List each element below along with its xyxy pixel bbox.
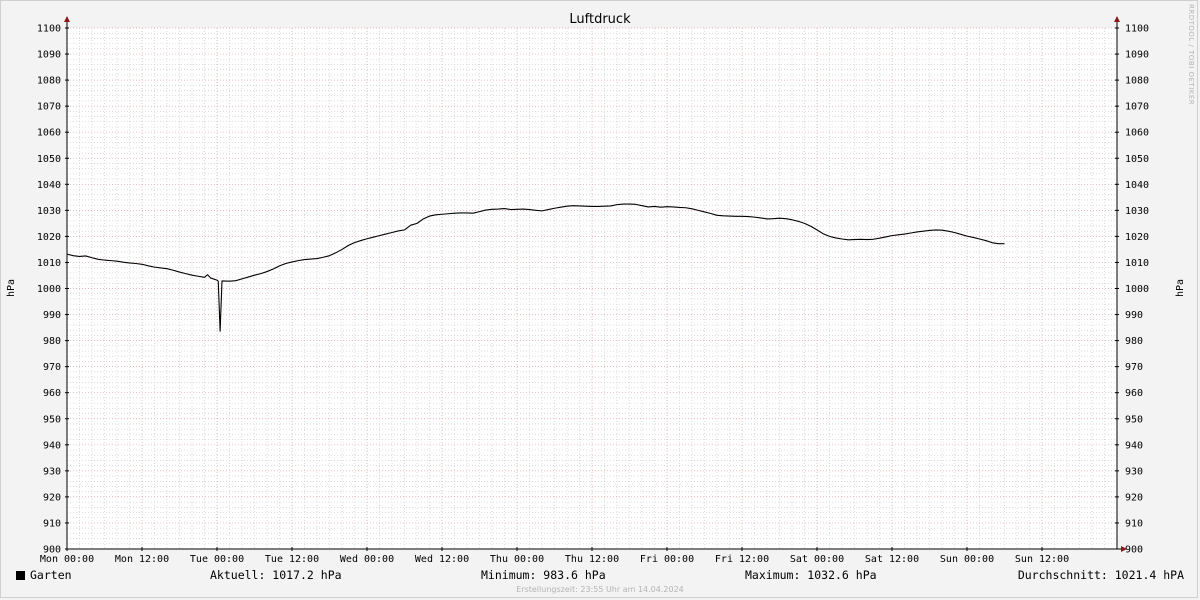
x-tick-label: Sat 12:00 <box>865 554 919 565</box>
x-tick-label: Wed 00:00 <box>340 554 394 565</box>
y-tick-label-left: 1100 <box>37 24 61 35</box>
x-tick-label: Thu 12:00 <box>565 554 619 565</box>
x-tick-label: Sat 00:00 <box>790 554 844 565</box>
x-tick-label: Fri 00:00 <box>640 554 694 565</box>
y-tick-label-right: 1100 <box>1125 24 1149 35</box>
y-tick-label-left: 1040 <box>37 180 61 191</box>
y-tick-label-right: 970 <box>1125 362 1143 373</box>
x-tick-label: Fri 12:00 <box>715 554 769 565</box>
y-tick-label-right: 920 <box>1125 492 1143 503</box>
y-tick-label-left: 910 <box>43 518 61 529</box>
y-tick-label-left: 1080 <box>37 76 61 87</box>
y-tick-label-left: 1020 <box>37 232 61 243</box>
x-tick-label: Sun 00:00 <box>940 554 994 565</box>
y-tick-label-right: 980 <box>1125 336 1143 347</box>
y-tick-label-right: 1010 <box>1125 258 1149 269</box>
legend-maximum: Maximum: 1032.6 hPa <box>745 568 877 582</box>
y-axis-label-right: hPa <box>1175 279 1186 297</box>
y-axis-right-arrow <box>1114 16 1120 22</box>
y-axis-label-left: hPa <box>6 279 17 297</box>
y-tick-label-right: 950 <box>1125 414 1143 425</box>
pressure-chart: 900 910 920 930 940 950 960 970 980 990 1000 1010 10… <box>6 12 1186 565</box>
y-tick-label-right: 1080 <box>1125 76 1149 87</box>
x-tick-label: Tue 00:00 <box>190 554 244 565</box>
legend-average: Durchschnitt: 1021.4 hPA <box>1017 568 1184 582</box>
y-tick-label-left: 960 <box>43 388 61 399</box>
x-tick-label: Mon 12:00 <box>115 554 169 565</box>
y-axis-left-ticks: 9009109209309409509609709809901000101010… <box>37 24 69 556</box>
y-tick-label-left: 1060 <box>37 128 61 139</box>
x-tick-label: Mon 00:00 <box>40 554 94 565</box>
y-tick-label-left: 980 <box>43 336 61 347</box>
y-tick-label-right: 900 <box>1125 545 1143 556</box>
y-tick-label-left: 990 <box>43 310 61 321</box>
x-tick-label: Sun 12:00 <box>1015 554 1069 565</box>
y-tick-label-right: 1090 <box>1125 50 1149 61</box>
y-tick-label-right: 930 <box>1125 466 1143 477</box>
y-tick-label-right: 990 <box>1125 310 1143 321</box>
y-tick-label-left: 1090 <box>37 50 61 61</box>
y-tick-label-left: 1030 <box>37 206 61 217</box>
y-tick-label-right: 960 <box>1125 388 1143 399</box>
legend-current: Aktuell: 1017.2 hPa <box>210 568 342 582</box>
y-tick-label-right: 910 <box>1125 518 1143 529</box>
y-axis-right-ticks: 900 910 920 930 940 950 960 970 980 990 1000 1010 10… <box>1115 24 1149 556</box>
legend-minimum: Minimum: 983.6 hPa <box>481 568 606 582</box>
legend-row: Garten Aktuell: 1017.2 hPa Minimum: 983.… <box>0 568 1200 584</box>
y-tick-label-right: 1050 <box>1125 154 1149 165</box>
x-tick-label: Tue 12:00 <box>265 554 319 565</box>
y-tick-label-right: 1070 <box>1125 102 1149 113</box>
y-tick-label-right: 940 <box>1125 440 1143 451</box>
y-tick-label-right: 1040 <box>1125 180 1149 191</box>
legend-series-name: Garten <box>30 568 72 582</box>
watermark: RRDTOOL / TOBI OETIKER <box>1187 4 1195 106</box>
y-tick-label-left: 1070 <box>37 102 61 113</box>
y-tick-label-right: 1020 <box>1125 232 1149 243</box>
y-tick-label-right: 1000 <box>1125 284 1149 295</box>
y-tick-label-left: 1000 <box>37 284 61 295</box>
y-tick-label-left: 970 <box>43 362 61 373</box>
x-tick-label: Wed 12:00 <box>415 554 469 565</box>
x-tick-label: Thu 00:00 <box>490 554 544 565</box>
y-tick-label-right: 1030 <box>1125 206 1149 217</box>
y-tick-label-left: 1010 <box>37 258 61 269</box>
y-tick-label-left: 950 <box>43 414 61 425</box>
y-tick-label-left: 930 <box>43 466 61 477</box>
x-axis-ticks: Mon 00:00 Mon 12:00 Tue 00:00 Tue 12:00 Wed … <box>40 547 1069 565</box>
y-tick-label-right: 1060 <box>1125 128 1149 139</box>
footer-timestamp: Erstellungszeit: 23:55 Uhr am 14.04.2024 <box>516 585 684 594</box>
y-axis-left-arrow <box>64 16 70 22</box>
y-tick-label-left: 920 <box>43 492 61 503</box>
y-tick-label-left: 940 <box>43 440 61 451</box>
chart-title: Luftdruck <box>569 12 631 27</box>
y-tick-label-left: 1050 <box>37 154 61 165</box>
